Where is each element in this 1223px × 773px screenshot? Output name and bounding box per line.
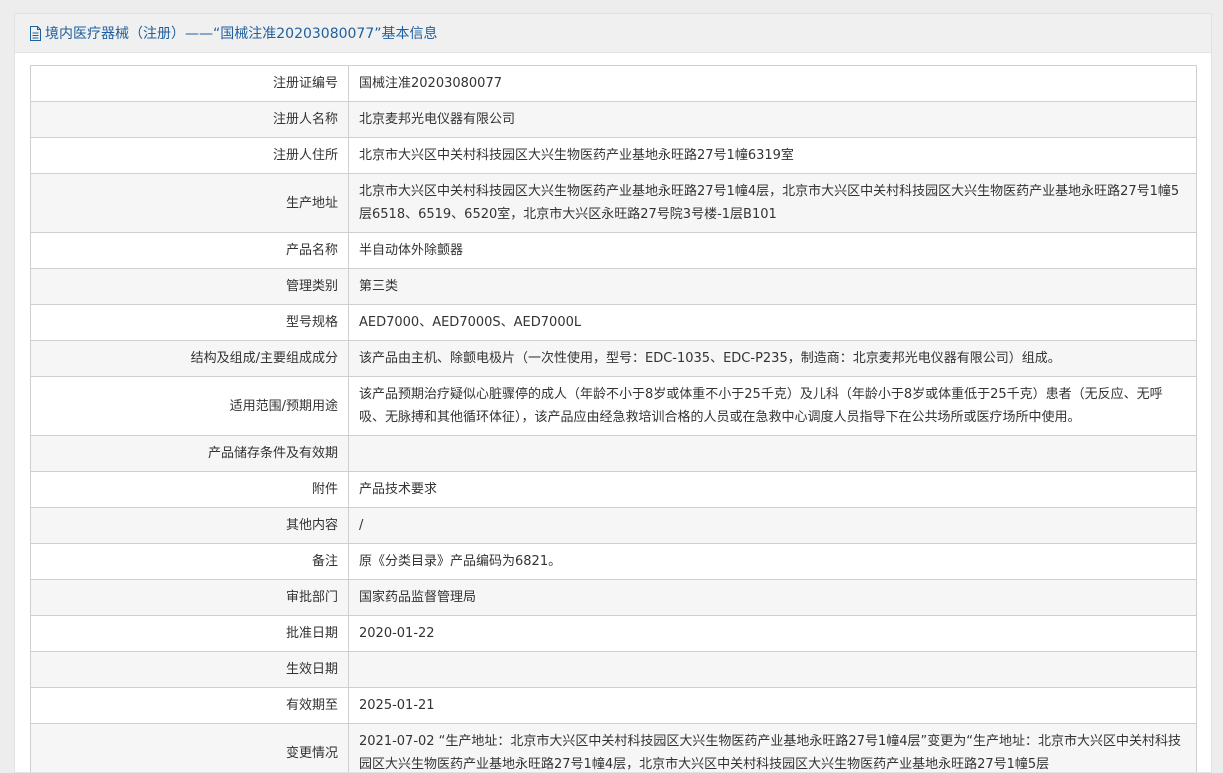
field-label: 生效日期 xyxy=(31,652,349,688)
field-label: 产品储存条件及有效期 xyxy=(31,436,349,472)
table-row: 审批部门国家药品监督管理局 xyxy=(31,580,1197,616)
table-row: 生产地址北京市大兴区中关村科技园区大兴生物医药产业基地永旺路27号1幢4层，北京… xyxy=(31,174,1197,233)
info-table-body: 注册证编号国械注准20203080077注册人名称北京麦邦光电仪器有限公司注册人… xyxy=(31,66,1197,773)
field-label: 注册人名称 xyxy=(31,102,349,138)
field-value: AED7000、AED7000S、AED7000L xyxy=(349,305,1197,341)
field-value: 原《分类目录》产品编码为6821。 xyxy=(349,544,1197,580)
table-row: 生效日期 xyxy=(31,652,1197,688)
field-label: 型号规格 xyxy=(31,305,349,341)
field-value: 北京市大兴区中关村科技园区大兴生物医药产业基地永旺路27号1幢4层，北京市大兴区… xyxy=(349,174,1197,233)
field-label: 适用范围/预期用途 xyxy=(31,377,349,436)
table-row: 适用范围/预期用途该产品预期治疗疑似心脏骤停的成人（年龄不小于8岁或体重不小于2… xyxy=(31,377,1197,436)
field-label: 备注 xyxy=(31,544,349,580)
table-row: 结构及组成/主要组成成分该产品由主机、除颤电极片（一次性使用，型号：EDC-10… xyxy=(31,341,1197,377)
page-title: 境内医疗器械（注册）——“国械注准20203080077”基本信息 xyxy=(45,23,437,43)
field-value: 国家药品监督管理局 xyxy=(349,580,1197,616)
field-label: 附件 xyxy=(31,472,349,508)
field-label: 管理类别 xyxy=(31,269,349,305)
table-row: 管理类别第三类 xyxy=(31,269,1197,305)
table-row: 其他内容/ xyxy=(31,508,1197,544)
table-row: 产品储存条件及有效期 xyxy=(31,436,1197,472)
field-value: 北京麦邦光电仪器有限公司 xyxy=(349,102,1197,138)
field-label: 批准日期 xyxy=(31,616,349,652)
field-value: 北京市大兴区中关村科技园区大兴生物医药产业基地永旺路27号1幢6319室 xyxy=(349,138,1197,174)
detail-panel: 境内医疗器械（注册）——“国械注准20203080077”基本信息 注册证编号国… xyxy=(14,13,1212,773)
table-row: 附件产品技术要求 xyxy=(31,472,1197,508)
field-label: 产品名称 xyxy=(31,233,349,269)
info-table: 注册证编号国械注准20203080077注册人名称北京麦邦光电仪器有限公司注册人… xyxy=(30,65,1197,773)
field-label: 注册人住所 xyxy=(31,138,349,174)
field-value: 该产品由主机、除颤电极片（一次性使用，型号：EDC-1035、EDC-P235，… xyxy=(349,341,1197,377)
table-row: 批准日期2020-01-22 xyxy=(31,616,1197,652)
field-value: 产品技术要求 xyxy=(349,472,1197,508)
field-value xyxy=(349,652,1197,688)
field-label: 审批部门 xyxy=(31,580,349,616)
table-row: 注册人名称北京麦邦光电仪器有限公司 xyxy=(31,102,1197,138)
field-value: 国械注准20203080077 xyxy=(349,66,1197,102)
table-row: 有效期至2025-01-21 xyxy=(31,688,1197,724)
field-value: 2020-01-22 xyxy=(349,616,1197,652)
field-value: 2025-01-21 xyxy=(349,688,1197,724)
table-row: 变更情况2021-07-02 “生产地址：北京市大兴区中关村科技园区大兴生物医药… xyxy=(31,724,1197,773)
field-label: 其他内容 xyxy=(31,508,349,544)
table-row: 产品名称半自动体外除颤器 xyxy=(31,233,1197,269)
field-label: 生产地址 xyxy=(31,174,349,233)
field-label: 有效期至 xyxy=(31,688,349,724)
field-value: 2021-07-02 “生产地址：北京市大兴区中关村科技园区大兴生物医药产业基地… xyxy=(349,724,1197,773)
field-value xyxy=(349,436,1197,472)
field-value: 半自动体外除颤器 xyxy=(349,233,1197,269)
field-label: 变更情况 xyxy=(31,724,349,773)
field-label: 注册证编号 xyxy=(31,66,349,102)
field-value: 该产品预期治疗疑似心脏骤停的成人（年龄不小于8岁或体重不小于25千克）及儿科（年… xyxy=(349,377,1197,436)
table-row: 注册人住所北京市大兴区中关村科技园区大兴生物医药产业基地永旺路27号1幢6319… xyxy=(31,138,1197,174)
table-row: 注册证编号国械注准20203080077 xyxy=(31,66,1197,102)
panel-header: 境内医疗器械（注册）——“国械注准20203080077”基本信息 xyxy=(15,14,1211,53)
field-value: 第三类 xyxy=(349,269,1197,305)
table-row: 型号规格AED7000、AED7000S、AED7000L xyxy=(31,305,1197,341)
field-label: 结构及组成/主要组成成分 xyxy=(31,341,349,377)
table-row: 备注原《分类目录》产品编码为6821。 xyxy=(31,544,1197,580)
document-icon xyxy=(29,26,42,41)
field-value: / xyxy=(349,508,1197,544)
